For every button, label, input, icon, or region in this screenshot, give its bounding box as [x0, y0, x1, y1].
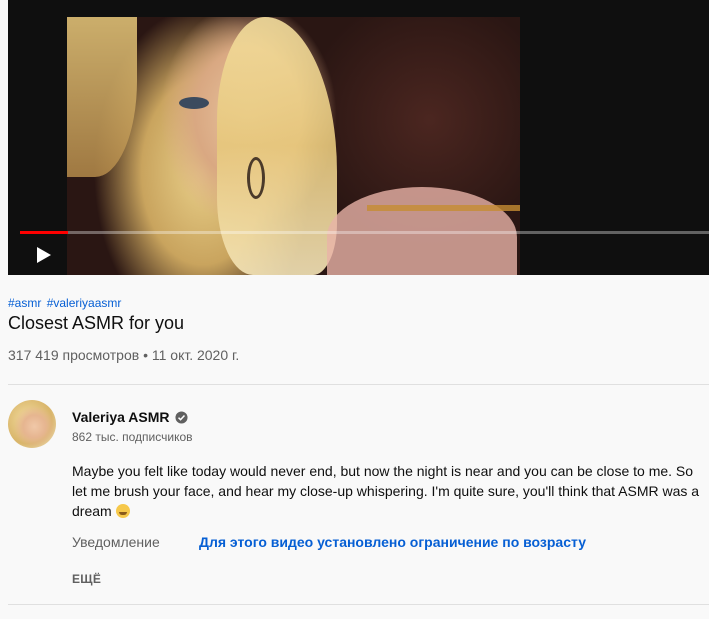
progress-bar[interactable] [20, 231, 709, 234]
age-restriction-link[interactable]: Для этого видео установлено ограничение … [199, 534, 586, 550]
progress-bar-played [20, 231, 69, 234]
view-count-date: 317 419 просмотров • 11 окт. 2020 г. [8, 347, 240, 363]
play-button[interactable] [32, 243, 56, 267]
description-text: Maybe you felt like today would never en… [72, 463, 700, 519]
video-player[interactable] [8, 0, 709, 275]
video-frame-eye [179, 97, 209, 109]
video-description: Maybe you felt like today would never en… [72, 461, 702, 521]
hashtag-link[interactable]: #valeriyaasmr [47, 296, 122, 310]
video-frame-hair-left [67, 17, 137, 177]
channel-avatar[interactable] [8, 400, 56, 448]
video-title: Closest ASMR for you [8, 313, 185, 333]
channel-name-row[interactable]: Valeriya ASMR [72, 409, 188, 425]
notice-label: Уведомление [72, 534, 160, 550]
play-icon [37, 247, 51, 263]
video-frame[interactable] [67, 17, 520, 275]
channel-name[interactable]: Valeriya ASMR [72, 409, 170, 425]
video-frame-earring [247, 157, 265, 199]
divider [8, 604, 709, 605]
video-frame-hair [217, 17, 337, 275]
hashtag-link[interactable]: #asmr [8, 296, 41, 310]
subscriber-count: 862 тыс. подписчиков [72, 430, 193, 444]
show-more-button[interactable]: ЕЩЁ [72, 572, 101, 586]
verified-check-icon [174, 410, 188, 424]
video-frame-light-streak [367, 205, 520, 211]
divider [8, 384, 709, 385]
sleeping-face-emoji [115, 504, 130, 518]
hashtag-list: #asmr #valeriyaasmr [8, 296, 123, 310]
